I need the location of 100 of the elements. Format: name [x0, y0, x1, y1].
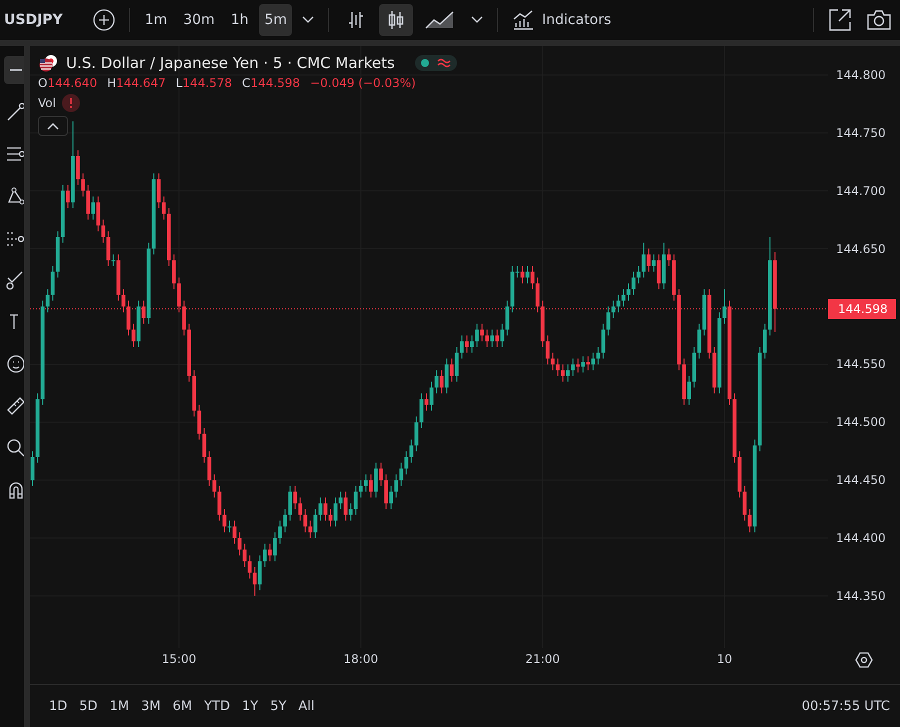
interval-button[interactable]: 30m [178, 4, 220, 36]
range-button[interactable]: All [293, 694, 320, 718]
candlestick [86, 184, 90, 220]
candlestick [207, 450, 212, 486]
chevron-up-icon [47, 122, 59, 130]
candlestick [288, 485, 292, 522]
candlestick [278, 520, 282, 544]
price-axis-label: 144.750 [836, 124, 886, 141]
price-axis-label: 144.350 [836, 588, 886, 604]
candlestick [571, 358, 575, 376]
candlestick [626, 282, 630, 302]
candlestick [132, 323, 136, 348]
candlestick [652, 254, 656, 272]
candlestick [379, 462, 383, 486]
clock-label: 00:57:55 UTC [802, 698, 890, 714]
candlestick [394, 474, 398, 498]
candlestick [66, 184, 70, 209]
candlestick [242, 543, 247, 568]
candlestick [106, 230, 110, 266]
candlestick [656, 254, 661, 290]
time-axis-label: 15:00 [160, 652, 198, 666]
candlestick [96, 196, 100, 232]
candlestick [606, 306, 610, 336]
external-link-icon[interactable] [828, 8, 852, 32]
price-change: −0.049 (−0.03%) [310, 76, 416, 90]
candlestick [177, 277, 181, 313]
range-button[interactable]: YTD [199, 694, 235, 718]
warning-icon [62, 94, 80, 112]
candlestick [324, 497, 328, 522]
chevron-down-icon[interactable] [302, 16, 314, 24]
candlestick [576, 358, 580, 373]
candlestick [550, 352, 555, 371]
price-axis-label: 144.800 [836, 66, 886, 83]
candlestick [546, 334, 550, 365]
range-button[interactable]: 1Y [236, 694, 264, 718]
time-axis-label: 10 [716, 652, 734, 666]
symbol-title: U.S. Dollar / Japanese Yen · 5 · CMC Markets [66, 54, 395, 72]
candlestick [389, 485, 394, 510]
range-button[interactable]: 3M [136, 694, 166, 718]
price-axis-label: 144.500 [836, 414, 886, 430]
candlestick [268, 543, 272, 562]
candlestick [742, 485, 747, 522]
candlestick [384, 474, 388, 510]
collapse-button[interactable] [38, 116, 68, 136]
candlestick [601, 323, 606, 360]
candlestick [298, 497, 302, 522]
range-button[interactable]: 1M [104, 694, 134, 718]
candlestick [616, 294, 620, 313]
range-button[interactable]: 6M [168, 694, 198, 718]
chevron-down-icon[interactable] [471, 16, 484, 24]
candlestick [611, 300, 616, 319]
candlestick [122, 288, 126, 313]
range-button[interactable]: 5Y [265, 694, 292, 718]
candlestick [156, 172, 161, 209]
candlestick [450, 358, 454, 382]
minus-tool-icon[interactable] [4, 56, 24, 84]
candlestick [591, 352, 596, 371]
candlestick [369, 474, 373, 498]
range-button[interactable]: 1D [44, 694, 72, 718]
candlestick [81, 172, 85, 197]
candlestick [354, 485, 358, 516]
camera-icon[interactable] [866, 9, 892, 31]
add-icon[interactable] [92, 9, 115, 31]
price-axis-label: 144.700 [836, 182, 886, 199]
interval-button[interactable]: 1h [226, 4, 254, 36]
range-button[interactable]: 5D [74, 694, 103, 718]
candlestick [505, 300, 510, 336]
candlestick [238, 532, 242, 556]
candlestick [470, 334, 474, 354]
candlestick [202, 428, 206, 464]
candlestick [126, 300, 130, 336]
candlestick [722, 288, 726, 324]
candlestick [460, 334, 464, 360]
candlestick [646, 248, 651, 272]
candlestick [293, 485, 298, 510]
symbol-label[interactable]: USDJPY [4, 12, 63, 28]
candlestick [687, 375, 692, 406]
indicators-button[interactable]: Indicators [508, 6, 616, 34]
price-axis-label: 144.550 [836, 356, 886, 372]
candlestick [258, 554, 262, 591]
candlestick [520, 265, 524, 284]
candlestick [46, 288, 50, 313]
candlestick [91, 196, 96, 220]
candlestick [444, 358, 449, 394]
ohlc-value: C144.598 [242, 76, 300, 90]
candlestick [374, 462, 378, 498]
candlestick [172, 254, 176, 290]
candlestick [636, 265, 640, 284]
candlestick [622, 288, 626, 307]
candlestick-icon[interactable] [379, 4, 414, 36]
price-axis-label: 144.400 [836, 530, 886, 546]
candlestick [404, 450, 408, 475]
candlestick [642, 242, 646, 278]
interval-button[interactable]: 1m [140, 4, 172, 36]
settings-icon[interactable] [855, 651, 873, 669]
volume-label: Vol [38, 96, 56, 110]
candlestick [252, 566, 257, 596]
interval-button[interactable]: 5m [259, 4, 292, 36]
candlestick [440, 370, 444, 394]
candlestick [338, 491, 343, 510]
